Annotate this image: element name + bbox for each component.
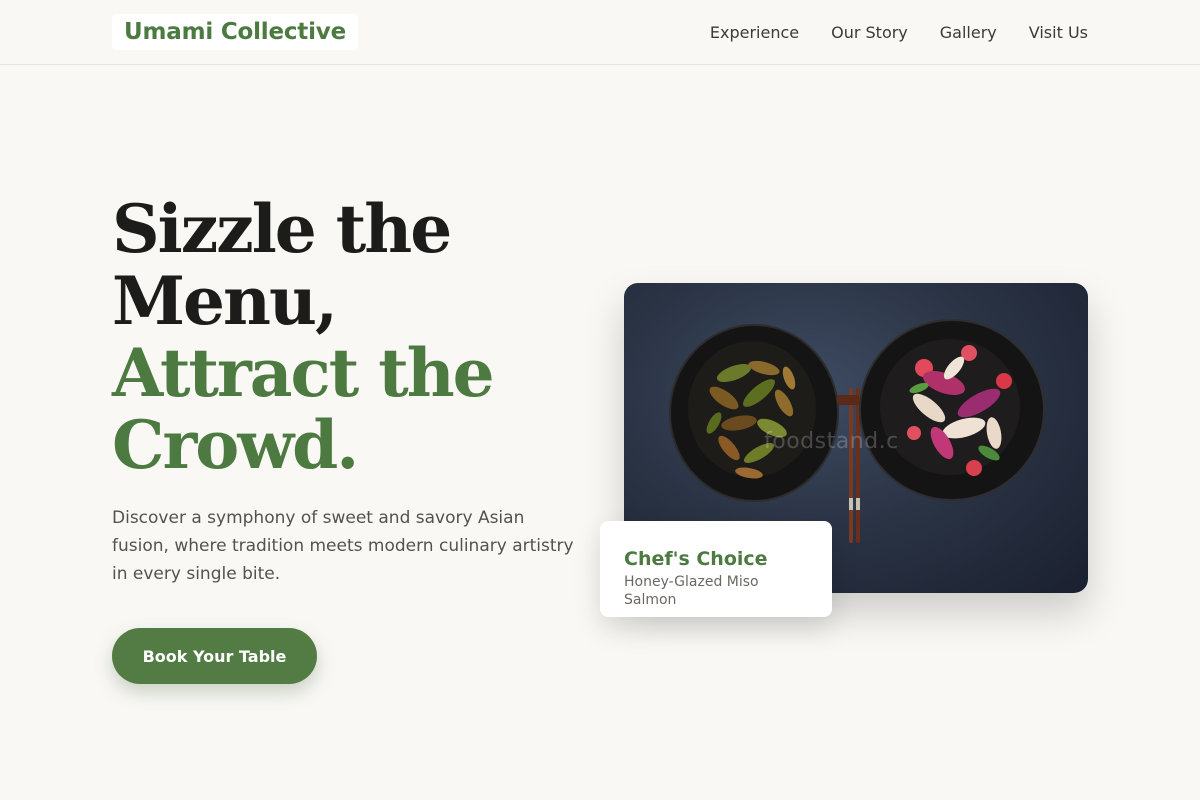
chef-choice-card: Chef's Choice Honey-Glazed Miso Salmon	[600, 521, 832, 617]
image-watermark: foodstand.c	[764, 429, 899, 454]
book-table-button[interactable]: Book Your Table	[112, 628, 317, 684]
headline-line-1: Sizzle the	[112, 190, 452, 268]
site-header: Umami Collective Experience Our Story Ga…	[0, 0, 1200, 65]
headline-line-3: Attract the	[112, 334, 495, 412]
hero-headline: Sizzle the Menu, Attract the Crowd.	[112, 193, 592, 481]
hero-description: Discover a symphony of sweet and savory …	[112, 508, 574, 584]
brand-logo[interactable]: Umami Collective	[112, 14, 358, 50]
chef-choice-dish: Honey-Glazed Miso Salmon	[624, 574, 759, 608]
main-nav: Experience Our Story Gallery Visit Us	[710, 0, 1088, 64]
nav-link-experience[interactable]: Experience	[710, 23, 799, 42]
headline-line-4: Crowd.	[112, 406, 359, 484]
nav-link-visit-us[interactable]: Visit Us	[1029, 23, 1088, 42]
chef-choice-title: Chef's Choice	[624, 548, 768, 570]
nav-link-gallery[interactable]: Gallery	[940, 23, 997, 42]
nav-link-our-story[interactable]: Our Story	[831, 23, 908, 42]
headline-line-2: Menu,	[112, 262, 338, 340]
